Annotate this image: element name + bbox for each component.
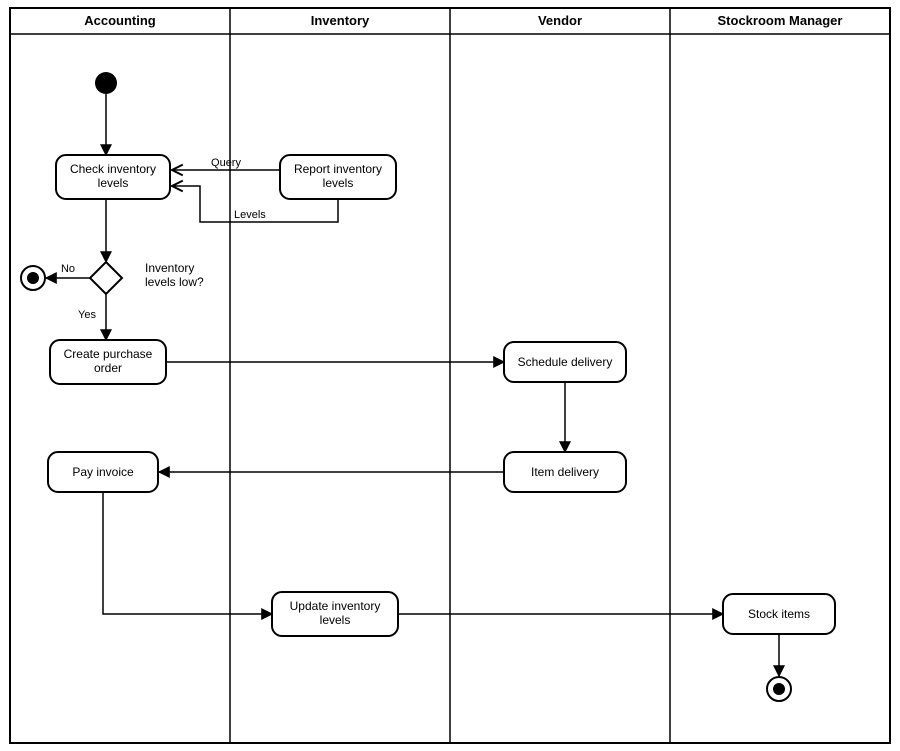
lane-header-inventory: Inventory — [311, 13, 370, 28]
edge-no-label: No — [61, 263, 75, 275]
node-update-inventory-label2: levels — [320, 613, 351, 627]
decision-node — [90, 262, 122, 294]
node-create-po-label2: order — [94, 361, 122, 375]
node-stock-items-label: Stock items — [748, 607, 810, 621]
final-node-left — [21, 266, 45, 290]
node-pay-invoice-label: Pay invoice — [72, 465, 134, 479]
activity-diagram: Accounting Inventory Vendor Stockroom Ma… — [0, 0, 900, 751]
node-item-delivery-label: Item delivery — [531, 465, 599, 479]
node-update-inventory-label1: Update inventory — [290, 599, 381, 613]
node-check-inventory-label2: levels — [98, 176, 129, 190]
lane-header-accounting: Accounting — [84, 13, 156, 28]
node-check-inventory-label1: Check inventory — [70, 162, 156, 176]
edge-query-label: Query — [211, 157, 241, 169]
node-create-po-label1: Create purchase — [64, 347, 153, 361]
lane-header-vendor: Vendor — [538, 13, 582, 28]
decision-label-line1: Inventory — [145, 261, 194, 275]
initial-node — [95, 72, 117, 94]
edge-pay-to-update — [103, 492, 272, 614]
final-node-bottom — [767, 677, 791, 701]
edge-levels-label: Levels — [234, 209, 266, 221]
node-report-inventory-label2: levels — [323, 176, 354, 190]
lane-header-stockroom: Stockroom Manager — [718, 13, 843, 28]
decision-label-line2: levels low? — [145, 275, 204, 289]
node-schedule-delivery-label: Schedule delivery — [518, 355, 613, 369]
edge-yes-label: Yes — [78, 309, 96, 321]
node-report-inventory-label1: Report inventory — [294, 162, 382, 176]
